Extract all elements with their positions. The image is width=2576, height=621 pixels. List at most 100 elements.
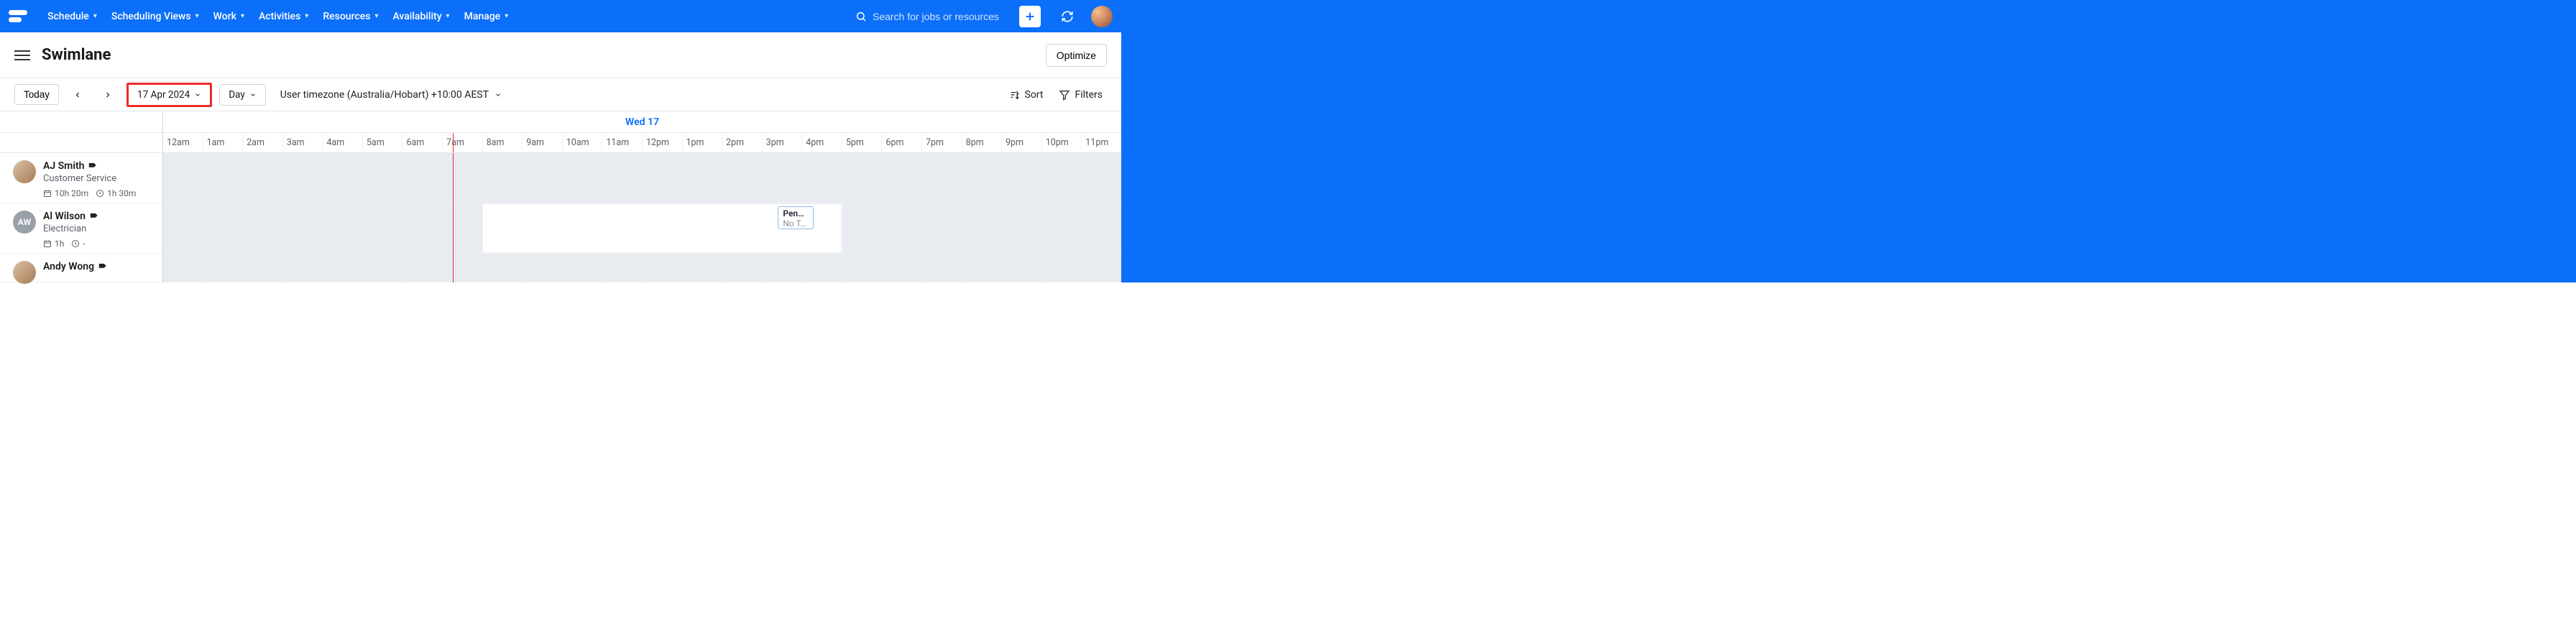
hour-header: 4am — [322, 133, 362, 152]
app-logo[interactable] — [9, 10, 29, 23]
chevron-left-icon — [73, 91, 82, 99]
hour-header: 12am — [163, 133, 203, 152]
filters-button[interactable]: Filters — [1054, 86, 1107, 104]
hour-header: 6am — [402, 133, 442, 152]
nav-item-resources[interactable]: Resources ▾ — [316, 6, 385, 27]
day-header: Wed 17 — [163, 111, 1121, 132]
sync-button[interactable] — [1057, 6, 1078, 27]
nav-item-label: Activities — [259, 11, 300, 22]
search-input[interactable] — [873, 11, 1002, 22]
hour-header: 7pm — [921, 133, 962, 152]
hour-header: 9pm — [1001, 133, 1041, 152]
timeline-row[interactable]: Pend…No T… — [163, 203, 1121, 254]
clock-icon — [71, 239, 80, 248]
timeline-row[interactable] — [163, 254, 1121, 282]
hour-header: 10am — [562, 133, 602, 152]
sort-icon — [1009, 89, 1021, 101]
hour-header: 2pm — [722, 133, 762, 152]
chevron-down-icon: ▾ — [446, 12, 450, 20]
resource-meta: 10h 20m1h 30m — [43, 188, 136, 198]
resource-row[interactable]: AWAl Wilson Electrician1h- — [0, 203, 162, 254]
nav-item-activities[interactable]: Activities ▾ — [252, 6, 316, 27]
hour-header: 2am — [242, 133, 282, 152]
now-indicator — [453, 133, 454, 152]
plus-icon — [1024, 11, 1036, 22]
chevron-down-icon — [494, 91, 502, 98]
sort-button[interactable]: Sort — [1005, 86, 1048, 104]
date-picker[interactable]: 17 Apr 2024 — [126, 83, 212, 107]
resource-row[interactable]: AJ Smith Customer Service10h 20m1h 30m — [0, 153, 162, 203]
nav-item-label: Availability — [392, 11, 441, 22]
add-button[interactable] — [1019, 6, 1041, 27]
resource-role: Electrician — [43, 224, 100, 234]
resource-avatar — [13, 261, 36, 284]
chevron-down-icon: ▾ — [196, 12, 199, 20]
hour-header: 3am — [282, 133, 323, 152]
chevron-down-icon: ▾ — [93, 12, 97, 20]
prev-day-button[interactable] — [66, 83, 89, 106]
nav-item-schedule[interactable]: Schedule ▾ — [40, 6, 104, 27]
nav-item-label: Scheduling Views — [111, 11, 191, 22]
optimize-button[interactable]: Optimize — [1046, 44, 1107, 67]
chevron-right-icon — [104, 91, 112, 99]
chevron-down-icon: ▾ — [374, 12, 378, 20]
timezone-label: User timezone (Australia/Hobart) +10:00 … — [280, 89, 489, 101]
menu-toggle-button[interactable] — [14, 47, 30, 63]
hour-header: 11am — [602, 133, 642, 152]
page-title: Swimlane — [42, 46, 111, 64]
hour-header: 12pm — [642, 133, 682, 152]
resource-role: Customer Service — [43, 173, 136, 184]
hour-header: 11pm — [1081, 133, 1121, 152]
hour-header: 10pm — [1041, 133, 1082, 152]
sync-icon — [1061, 10, 1074, 23]
sort-label: Sort — [1025, 89, 1044, 101]
chevron-down-icon: ▾ — [505, 12, 508, 20]
hour-header: 8am — [482, 133, 523, 152]
hour-header: 1pm — [682, 133, 722, 152]
hour-header: 5pm — [842, 133, 882, 152]
nav-item-label: Schedule — [47, 11, 89, 22]
resource-row[interactable]: Andy Wong — [0, 254, 162, 282]
filters-label: Filters — [1075, 89, 1103, 101]
chevron-down-icon — [194, 91, 201, 98]
job-chip[interactable]: Pend…No T… — [778, 206, 814, 229]
tag-icon — [97, 262, 109, 272]
nav-item-scheduling-views[interactable]: Scheduling Views ▾ — [104, 6, 206, 27]
hour-header: 6pm — [881, 133, 921, 152]
job-title: Pend… — [783, 208, 809, 218]
hour-header: 1am — [203, 133, 243, 152]
chevron-down-icon — [249, 91, 257, 98]
search-icon — [855, 11, 867, 22]
nav-item-label: Resources — [323, 11, 370, 22]
resource-name: Andy Wong — [43, 261, 109, 272]
tag-icon — [87, 161, 98, 171]
today-button[interactable]: Today — [14, 84, 59, 105]
nav-item-work[interactable]: Work▾ — [206, 6, 252, 27]
timezone-picker[interactable]: User timezone (Australia/Hobart) +10:00 … — [280, 89, 502, 101]
hour-header: 7am — [442, 133, 482, 152]
chevron-down-icon: ▾ — [305, 12, 308, 20]
user-avatar[interactable] — [1091, 6, 1113, 27]
tag-icon — [88, 211, 100, 221]
date-picker-label: 17 Apr 2024 — [137, 89, 190, 101]
global-search[interactable] — [851, 8, 1009, 25]
resource-avatar: AW — [13, 211, 36, 234]
calendar-icon — [43, 189, 52, 198]
nav-item-label: Manage — [464, 11, 501, 22]
calendar-icon — [43, 239, 52, 248]
timeline-row[interactable] — [163, 153, 1121, 203]
hour-header: 9am — [522, 133, 562, 152]
hour-header: 4pm — [801, 133, 842, 152]
resource-avatar — [13, 160, 36, 183]
nav-item-availability[interactable]: Availability ▾ — [385, 6, 456, 27]
nav-item-manage[interactable]: Manage ▾ — [457, 6, 516, 27]
resource-name: Al Wilson — [43, 211, 100, 222]
hour-header: 8pm — [962, 133, 1002, 152]
job-subtitle: No T… — [783, 218, 809, 229]
view-picker[interactable]: Day — [219, 84, 266, 106]
nav-item-label: Work — [213, 11, 236, 22]
next-day-button[interactable] — [96, 83, 119, 106]
clock-icon — [96, 189, 104, 198]
view-picker-label: Day — [229, 89, 245, 101]
hour-header: 3pm — [762, 133, 802, 152]
